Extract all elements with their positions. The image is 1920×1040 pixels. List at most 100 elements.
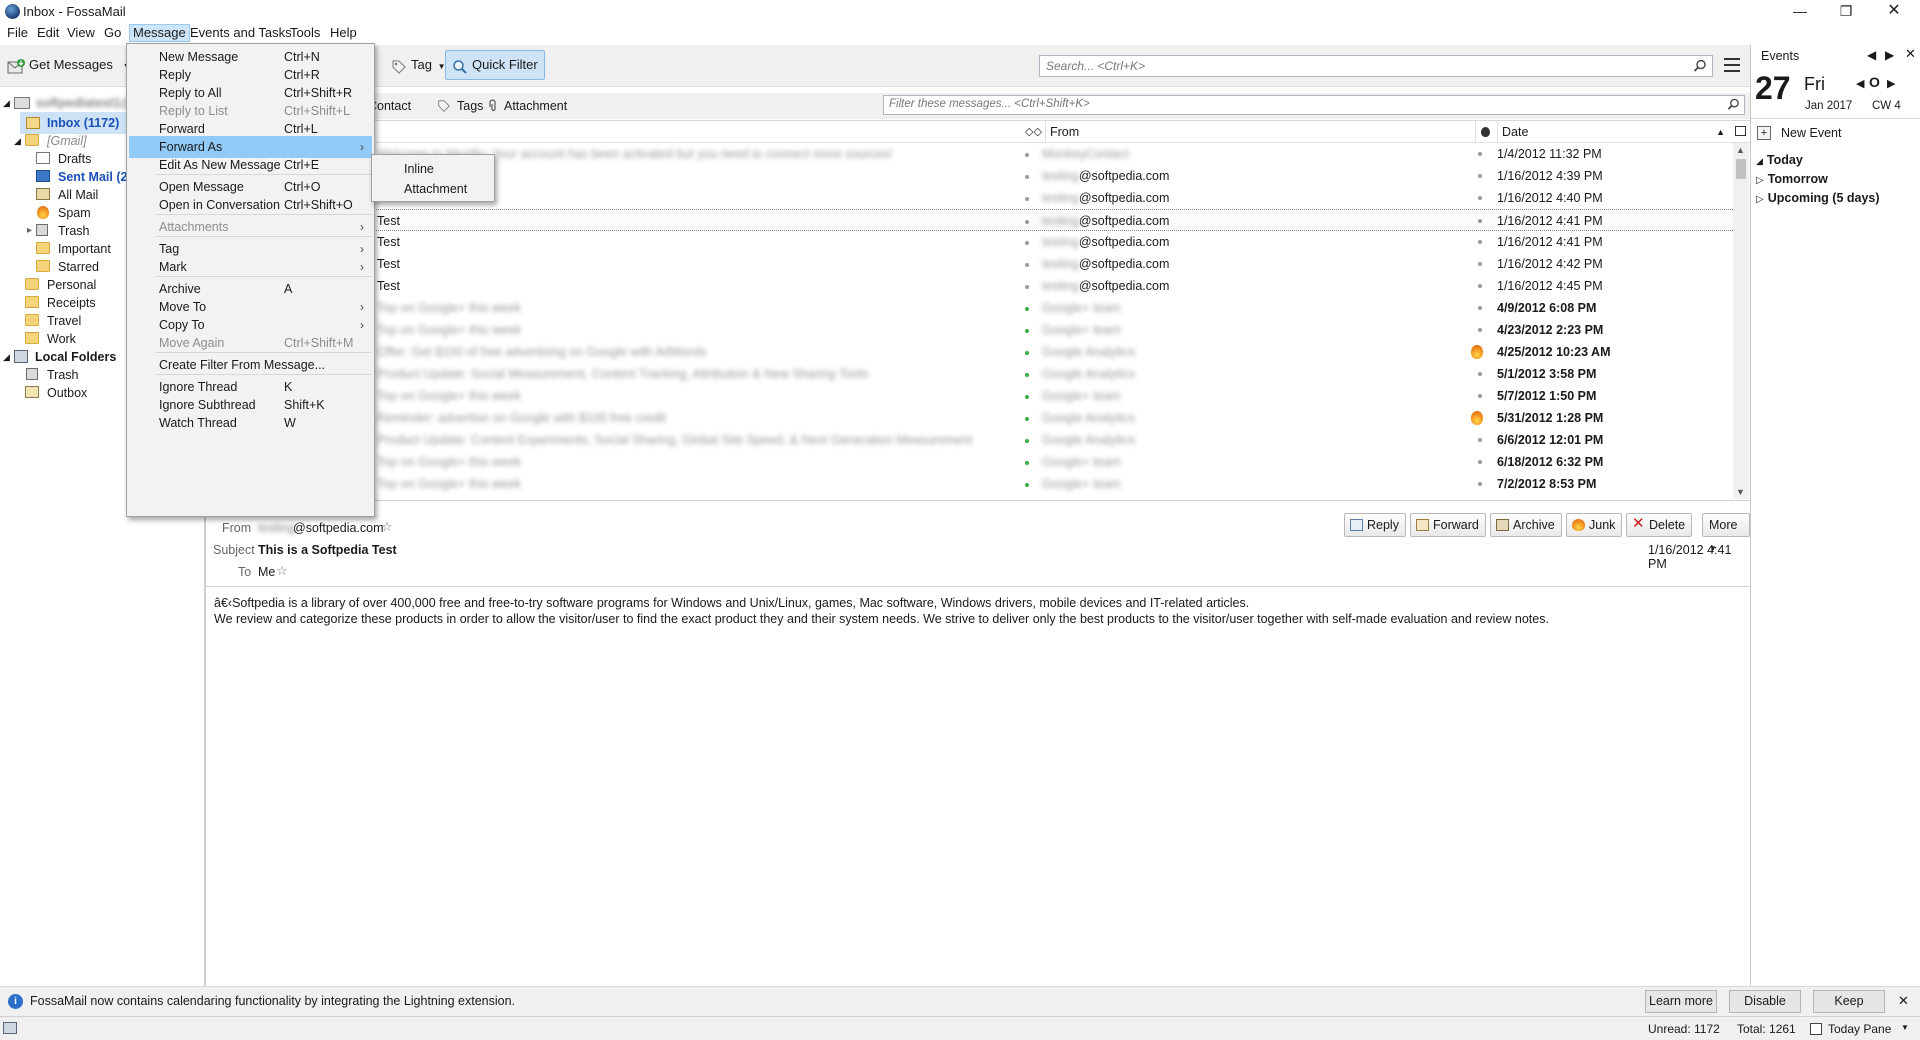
menu-item-open-in-conversation[interactable]: Open in Conversation Ctrl+Shift+O bbox=[129, 194, 372, 216]
menu-item-edit-as-new-message[interactable]: Edit As New Message Ctrl+E bbox=[129, 154, 372, 176]
scroll-down-icon[interactable]: ▼ bbox=[1736, 487, 1745, 497]
star-icon[interactable]: ☆ bbox=[276, 563, 288, 579]
prev-day-icon[interactable]: ◀ bbox=[1867, 48, 1876, 62]
junk-status-dot[interactable] bbox=[1478, 196, 1482, 200]
agenda-today[interactable]: ◢ Today bbox=[1756, 153, 1803, 167]
junk-column-header[interactable] bbox=[1475, 121, 1497, 143]
message-row[interactable]: Test testing@softpedia.com 1/16/2012 4:45 … bbox=[205, 275, 1733, 297]
message-row[interactable]: Reminder: advertise on Google with $100 … bbox=[205, 407, 1733, 429]
junk-status-dot[interactable] bbox=[1478, 262, 1482, 266]
to-value[interactable]: Me bbox=[258, 565, 275, 579]
forward-button[interactable]: Forward bbox=[1410, 513, 1486, 537]
junk-status-dot[interactable] bbox=[1478, 306, 1482, 310]
read-status-icon[interactable] bbox=[1025, 263, 1029, 267]
menu-help[interactable]: Help bbox=[327, 24, 360, 42]
menu-file[interactable]: File bbox=[4, 24, 31, 42]
close-pane-icon[interactable]: ✕ bbox=[1905, 46, 1916, 62]
read-status-icon[interactable] bbox=[1025, 351, 1029, 355]
search-icon[interactable] bbox=[1693, 59, 1707, 76]
message-list-scrollbar[interactable]: ▲ ▼ bbox=[1733, 143, 1749, 499]
junk-status-dot[interactable] bbox=[1478, 482, 1482, 486]
menu-item-mark[interactable]: Mark › bbox=[129, 256, 372, 278]
read-status-icon[interactable] bbox=[1025, 439, 1029, 443]
read-status-icon[interactable] bbox=[1025, 483, 1029, 487]
message-row[interactable]: Product Update: Social Measurement, Cont… bbox=[205, 363, 1733, 385]
junk-status-dot[interactable] bbox=[1478, 240, 1482, 244]
menu-item-attachments[interactable]: Attachments › bbox=[129, 216, 372, 238]
read-status-icon[interactable] bbox=[1025, 395, 1029, 399]
read-status-icon[interactable] bbox=[1025, 220, 1029, 224]
new-event-button[interactable]: + New Event bbox=[1755, 124, 1915, 144]
menu-message[interactable]: Message bbox=[129, 24, 190, 42]
read-status-icon[interactable] bbox=[1025, 417, 1029, 421]
minimize-button[interactable]: — bbox=[1777, 0, 1823, 24]
tag-button[interactable]: Tag ▼ bbox=[384, 50, 453, 80]
read-status-icon[interactable] bbox=[1025, 307, 1029, 311]
message-row[interactable]: Top on Google+ this week Google+ team 5/7/… bbox=[205, 385, 1733, 407]
agenda-tomorrow[interactable]: ▷ Tomorrow bbox=[1756, 172, 1828, 186]
from-address[interactable]: @softpedia.com bbox=[293, 521, 384, 535]
from-column-header[interactable]: From bbox=[1045, 121, 1475, 143]
reply-button[interactable]: Reply bbox=[1344, 513, 1406, 537]
message-row[interactable]: Product Update: Content Experiments, Soc… bbox=[205, 429, 1733, 451]
junk-status-dot[interactable] bbox=[1478, 152, 1482, 156]
thread-column-header[interactable]: ◇◇ bbox=[1013, 121, 1045, 143]
prev-icon[interactable]: ◀ bbox=[1856, 77, 1864, 90]
junk-status-dot[interactable] bbox=[1478, 438, 1482, 442]
read-status-icon[interactable] bbox=[1025, 175, 1029, 179]
menu-go[interactable]: Go bbox=[101, 24, 124, 42]
today-pane-toggle[interactable]: Today Pane ▼ bbox=[1806, 1019, 1916, 1039]
menu-item-create-filter-from-message[interactable]: Create Filter From Message... bbox=[129, 354, 372, 376]
quick-filter-button[interactable]: Quick Filter bbox=[445, 50, 545, 80]
more-button[interactable]: More ▼ bbox=[1702, 513, 1750, 553]
read-status-icon[interactable] bbox=[1025, 241, 1029, 245]
message-row[interactable]: Offer: Get $100 of free advertising on G… bbox=[205, 341, 1733, 363]
learn-more-button[interactable]: Learn more bbox=[1645, 990, 1717, 1013]
menu-view[interactable]: View bbox=[64, 24, 98, 42]
star-icon[interactable]: ☆ bbox=[381, 519, 393, 535]
forward-as-inline[interactable]: Inline bbox=[374, 158, 492, 180]
junk-status-dot[interactable] bbox=[1478, 219, 1482, 223]
junk-flame-icon[interactable] bbox=[1471, 345, 1483, 359]
junk-status-dot[interactable] bbox=[1478, 394, 1482, 398]
junk-button[interactable]: Junk bbox=[1566, 513, 1623, 537]
junk-status-dot[interactable] bbox=[1478, 460, 1482, 464]
scroll-up-icon[interactable]: ▲ bbox=[1736, 145, 1745, 155]
junk-status-dot[interactable] bbox=[1478, 284, 1482, 288]
menu-edit[interactable]: Edit bbox=[34, 24, 62, 42]
filter-attachment-button[interactable]: Attachment bbox=[504, 99, 567, 113]
next-day-icon[interactable]: ▶ bbox=[1885, 48, 1894, 62]
scrollbar-thumb[interactable] bbox=[1736, 159, 1746, 179]
read-status-icon[interactable] bbox=[1025, 373, 1029, 377]
app-menu-icon[interactable] bbox=[1724, 58, 1740, 72]
menu-item-move-again[interactable]: Move Again Ctrl+Shift+M bbox=[129, 332, 372, 354]
forward-as-attachment[interactable]: Attachment bbox=[374, 178, 492, 200]
junk-status-dot[interactable] bbox=[1478, 328, 1482, 332]
junk-status-dot[interactable] bbox=[1478, 372, 1482, 376]
global-search-input[interactable]: Search... <Ctrl+K> bbox=[1039, 55, 1713, 77]
column-picker[interactable] bbox=[1733, 121, 1750, 143]
today-circle-icon[interactable]: O bbox=[1869, 74, 1880, 90]
message-row[interactable]: Top on Google+ this week Google+ team 7/2/… bbox=[205, 473, 1733, 495]
filter-tags-button[interactable]: Tags bbox=[457, 99, 483, 113]
date-column-header[interactable]: Date ▲ bbox=[1497, 121, 1733, 143]
junk-flame-icon[interactable] bbox=[1471, 411, 1483, 425]
menu-tools[interactable]: Tools bbox=[287, 24, 323, 42]
read-status-icon[interactable] bbox=[1025, 461, 1029, 465]
next-icon[interactable]: ▶ bbox=[1887, 77, 1895, 90]
read-status-icon[interactable] bbox=[1025, 285, 1029, 289]
online-status-icon[interactable] bbox=[3, 1022, 17, 1034]
message-row[interactable]: Test testing@softpedia.com 1/16/2012 4:41 … bbox=[205, 209, 1733, 231]
menu-events-and-tasks[interactable]: Events and Tasks bbox=[187, 24, 295, 42]
disable-button[interactable]: Disable bbox=[1729, 990, 1801, 1013]
message-row[interactable]: Top on Google+ this week Google+ team 4/9/… bbox=[205, 297, 1733, 319]
read-status-icon[interactable] bbox=[1025, 197, 1029, 201]
archive-button[interactable]: Archive bbox=[1490, 513, 1562, 537]
close-window-button[interactable]: ✕ bbox=[1871, 0, 1917, 24]
get-messages-button[interactable]: Get Messages ▼ bbox=[2, 50, 138, 80]
delete-button[interactable]: ✕ Delete bbox=[1626, 513, 1693, 537]
message-row[interactable]: Top on Google+ this week Google+ team 4/23… bbox=[205, 319, 1733, 341]
dismiss-notification-icon[interactable]: ✕ bbox=[1898, 993, 1909, 1009]
read-status-icon[interactable] bbox=[1025, 329, 1029, 333]
agenda-upcoming[interactable]: ▷ Upcoming (5 days) bbox=[1756, 191, 1880, 205]
